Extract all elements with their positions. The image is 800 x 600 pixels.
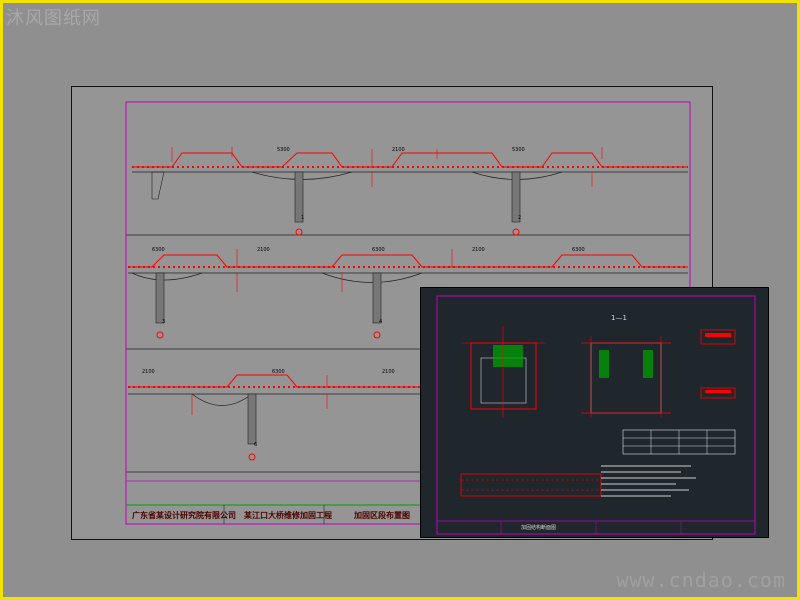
span-label: 2100	[392, 147, 405, 153]
span-label: 6300	[272, 369, 285, 375]
pier-number: 3	[162, 319, 166, 325]
detail-right	[700, 329, 736, 399]
title-block-project: 某江口大桥维修加固工程	[244, 511, 332, 520]
section-detail-drawing	[436, 295, 756, 535]
span-label: 2100	[142, 369, 155, 375]
inset-section-label: 1—1	[611, 314, 627, 322]
inset-title-block-drawing: 加固结构断面图	[521, 525, 557, 531]
materials-table	[622, 429, 736, 455]
pier-number: 1	[301, 215, 305, 221]
span-label: 6300	[572, 247, 585, 253]
inset-magenta-frame	[436, 295, 756, 535]
pier-number: 6	[254, 442, 258, 448]
span-label: 6300	[152, 247, 165, 253]
plan-strip	[460, 473, 602, 497]
box-section-left	[461, 326, 546, 418]
pier-number: 2	[518, 215, 522, 221]
watermark-bottom: www.cndao.com	[616, 568, 786, 592]
box-section-middle	[581, 336, 671, 418]
notes-block	[601, 465, 696, 497]
title-block-company: 广东省某设计研究院有限公司	[132, 511, 236, 520]
span-label: 6300	[372, 247, 385, 253]
pier-number: 4	[379, 319, 383, 325]
span-label: 2100	[472, 247, 485, 253]
span-label: 2100	[257, 247, 270, 253]
title-block-drawing: 加固区段布置图	[354, 511, 410, 520]
span-label: 5300	[512, 147, 525, 153]
watermark-top: 沐风图纸网	[6, 8, 101, 29]
span-label: 5300	[277, 147, 290, 153]
inset-section-drawing: 1—1 加固结构断面图	[420, 287, 769, 538]
span-label: 2100	[382, 369, 395, 375]
row-1-elevation	[132, 147, 688, 236]
